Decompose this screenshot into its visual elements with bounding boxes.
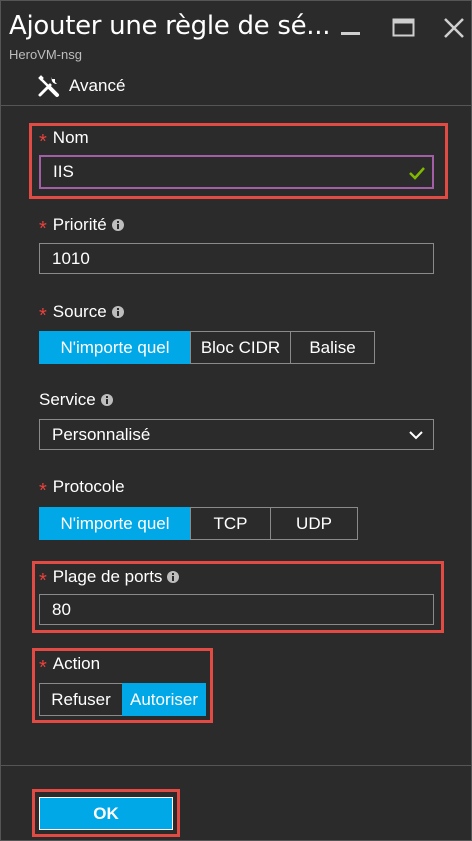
priority-input[interactable]	[52, 248, 382, 269]
info-icon[interactable]	[111, 306, 124, 318]
required-marker: *	[39, 570, 47, 592]
maximize-icon	[392, 18, 415, 37]
port-range-label: * Plage de ports	[39, 567, 180, 592]
info-icon[interactable]	[100, 394, 113, 406]
advanced-label: Avancé	[69, 76, 126, 95]
source-option-cidr[interactable]: Bloc CIDR	[190, 331, 291, 364]
priority-field[interactable]	[39, 243, 434, 274]
action-options: Refuser Autoriser	[39, 683, 206, 716]
action-option-allow[interactable]: Autoriser	[122, 683, 206, 716]
blade-title: Ajouter une règle de sé...	[9, 11, 329, 41]
info-icon[interactable]	[111, 219, 124, 231]
required-marker: *	[39, 218, 47, 240]
footer-divider	[1, 765, 471, 766]
close-icon	[444, 18, 464, 38]
service-value: Personnalisé	[52, 424, 151, 444]
action-option-deny[interactable]: Refuser	[39, 683, 123, 716]
minimize-icon	[341, 32, 360, 35]
service-label: Service	[39, 390, 113, 410]
tools-icon	[38, 75, 59, 97]
source-options: N'importe quel Bloc CIDR Balise	[39, 331, 375, 364]
protocol-option-tcp[interactable]: TCP	[190, 507, 271, 540]
minimize-button[interactable]	[338, 15, 364, 41]
blade-header: Ajouter une règle de sé... HeroVM-nsg Av…	[1, 1, 471, 106]
protocol-label: * Protocole	[39, 477, 125, 502]
ok-button[interactable]: OK	[39, 797, 173, 830]
blade-panel: Ajouter une règle de sé... HeroVM-nsg Av…	[0, 0, 472, 841]
required-marker: *	[39, 131, 47, 153]
port-range-field[interactable]	[39, 594, 434, 625]
service-select[interactable]: Personnalisé	[39, 419, 434, 450]
name-input[interactable]	[53, 162, 383, 182]
checkmark-icon	[409, 167, 425, 180]
info-icon[interactable]	[167, 571, 180, 583]
protocol-options: N'importe quel TCP UDP	[39, 507, 358, 540]
required-marker: *	[39, 480, 47, 502]
chevron-down-icon	[409, 431, 423, 440]
required-marker: *	[39, 657, 47, 679]
source-option-any[interactable]: N'importe quel	[39, 331, 191, 364]
close-button[interactable]	[441, 15, 467, 41]
source-option-tag[interactable]: Balise	[290, 331, 375, 364]
source-label: * Source	[39, 302, 124, 327]
blade-subtitle: HeroVM-nsg	[9, 47, 82, 62]
advanced-button[interactable]: Avancé	[37, 73, 125, 99]
action-label: * Action	[39, 654, 101, 679]
protocol-option-udp[interactable]: UDP	[270, 507, 358, 540]
name-label: * Nom	[39, 128, 89, 153]
maximize-button[interactable]	[391, 15, 417, 41]
name-field[interactable]	[39, 155, 434, 189]
port-range-input[interactable]	[52, 599, 382, 620]
priority-label: * Priorité	[39, 215, 124, 240]
required-marker: *	[39, 305, 47, 327]
protocol-option-any[interactable]: N'importe quel	[39, 507, 191, 540]
